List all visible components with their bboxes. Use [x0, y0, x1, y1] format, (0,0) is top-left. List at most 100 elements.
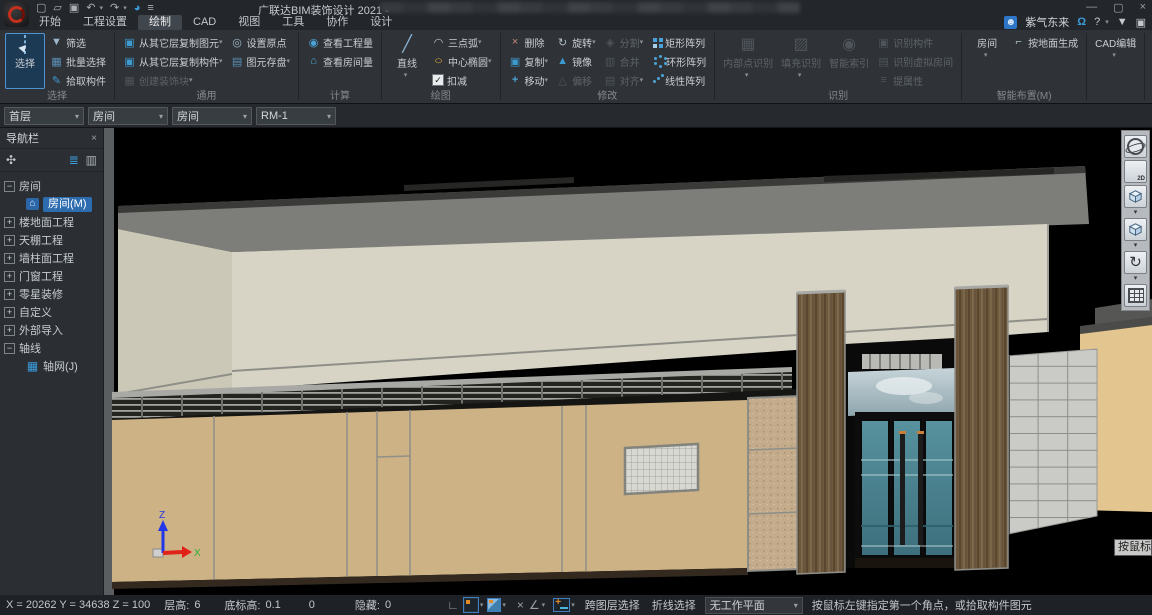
tab-design[interactable]: 设计	[359, 15, 403, 30]
split-button[interactable]: ◈ 分割▾	[601, 33, 647, 51]
generate-by-floor-button[interactable]: ⌐ 按地面生成	[1009, 33, 1081, 51]
expand-icon[interactable]: +	[4, 271, 15, 282]
merge-button[interactable]: ▥ 合并	[601, 52, 647, 70]
model-viewport[interactable]: Z X 2D ▾ ▾ ↻ ▾	[104, 128, 1152, 595]
tree-node-door-window-works[interactable]: + 门窗工程	[0, 267, 103, 285]
tab-start[interactable]: 开始	[28, 15, 72, 30]
polar-array-button[interactable]: 环形阵列	[648, 52, 709, 70]
model-wood-pillar-right[interactable]	[955, 286, 1008, 570]
minimize-button[interactable]: —	[1086, 1, 1097, 14]
model-door-handle[interactable]	[900, 433, 905, 545]
skin-icon[interactable]: ▼	[1117, 16, 1128, 28]
user-avatar[interactable]: ☻	[1004, 16, 1017, 29]
level-selector[interactable]: 首层▾	[4, 107, 84, 125]
recognize-virtual-room-button[interactable]: ▤ 识别虚拟房间	[874, 52, 956, 70]
restore-button[interactable]: ▢	[1113, 1, 1123, 14]
undo-icon[interactable]: ↶	[86, 1, 95, 14]
fill-recognize-button[interactable]: ▨ 填充识别 ▾	[778, 33, 824, 89]
redo-dropdown-icon[interactable]: ▾	[123, 4, 127, 12]
panel-view-icon[interactable]: ▥	[86, 153, 97, 167]
delete-button[interactable]: × 删除	[506, 33, 552, 51]
app-logo-icon[interactable]	[4, 2, 29, 27]
copy-components-from-layer-button[interactable]: ▣ 从其它层复制构件▾	[120, 52, 226, 70]
work-plane-selector[interactable]: 无工作平面 ▾	[705, 597, 803, 614]
object-snap-icon[interactable]	[554, 599, 569, 611]
expand-icon[interactable]: +	[4, 235, 15, 246]
crosshair-off-icon[interactable]: ×	[517, 598, 524, 612]
chevron-down-icon[interactable]: ▾	[1134, 210, 1138, 216]
model-door-glass[interactable]	[861, 420, 889, 556]
room-button[interactable]: 房间 ▾	[967, 33, 1007, 61]
three-point-arc-button[interactable]: ◠ 三点弧▾	[429, 33, 495, 51]
list-view-icon[interactable]: ≣	[69, 153, 79, 167]
inner-point-recognize-button[interactable]: ▦ 内部点识别 ▾	[720, 33, 776, 89]
tab-draw[interactable]: 绘制	[138, 15, 182, 30]
filter-button[interactable]: ▼ 筛选	[47, 33, 109, 51]
close-icon[interactable]: ×	[91, 133, 97, 144]
tree-node-room[interactable]: − 房间	[0, 177, 103, 195]
tab-project-settings[interactable]: 工程设置	[72, 15, 138, 30]
copy-button[interactable]: ▣ 复制▾	[506, 52, 552, 70]
orbit-view-button[interactable]	[1124, 135, 1147, 158]
recognize-component-button[interactable]: ▣ 识别构件	[874, 33, 956, 51]
help-dropdown-icon[interactable]: ▾	[1105, 18, 1109, 26]
view-cube-icon[interactable]	[488, 599, 500, 611]
workplane-grid-icon[interactable]	[464, 598, 478, 612]
new-file-icon[interactable]: ▢	[36, 1, 46, 14]
expand-icon[interactable]: +	[4, 289, 15, 300]
open-file-icon[interactable]: ▱	[53, 1, 61, 14]
view-room-quantities-button[interactable]: ⌂ 查看房间量	[304, 52, 376, 70]
isometric-view-button[interactable]	[1124, 218, 1147, 241]
element-selector[interactable]: RM-1▾	[256, 107, 336, 125]
expand-icon[interactable]: +	[4, 253, 15, 264]
tree-node-wall-column-works[interactable]: + 墙柱面工程	[0, 249, 103, 267]
chevron-down-icon[interactable]: ▾	[1134, 243, 1138, 249]
model-door-handle[interactable]	[918, 433, 923, 545]
tree-node-room-m[interactable]: ⌂ 房间(M)	[0, 195, 103, 213]
line-button[interactable]: ╱ 直线 ▾	[387, 33, 427, 89]
undo-dropdown-icon[interactable]: ▾	[100, 4, 104, 12]
model-grid-window[interactable]	[625, 444, 698, 494]
redo-icon[interactable]: ↷	[110, 1, 119, 14]
angle-snap-icon[interactable]: ∠	[529, 598, 540, 612]
expand-icon[interactable]: +	[4, 307, 15, 318]
help-button[interactable]: ?	[1094, 16, 1100, 28]
tab-view[interactable]: 视图	[227, 15, 271, 30]
cad-edit-button[interactable]: CAD编辑 ▾	[1092, 33, 1139, 61]
view-quantities-button[interactable]: ◉ 查看工程量	[304, 33, 376, 51]
building-model[interactable]: Z X	[104, 128, 1152, 595]
model-wood-pillar-left[interactable]	[797, 291, 845, 574]
tree-node-misc-decoration[interactable]: + 零星装修	[0, 285, 103, 303]
ucs-icon[interactable]: ∟	[447, 598, 459, 612]
model-door-glass[interactable]	[893, 420, 921, 556]
copy-elements-from-layer-button[interactable]: ▣ 从其它层复制图元▾	[120, 33, 226, 51]
tab-collaborate[interactable]: 协作	[315, 15, 359, 30]
schedule-view-button[interactable]	[1124, 284, 1147, 307]
mirror-button[interactable]: ▲ 镜像	[553, 52, 599, 70]
rotate-button[interactable]: ↻ 旋转▾	[553, 33, 599, 51]
batch-select-button[interactable]: ▦ 批量选择	[47, 52, 109, 70]
save-element-button[interactable]: ▤ 图元存盘▾	[228, 52, 294, 70]
chevron-down-icon[interactable]: ▾	[1134, 276, 1138, 282]
tree-node-axis[interactable]: − 轴线	[0, 339, 103, 357]
model-door-glass[interactable]	[925, 420, 953, 556]
polyline-select-button[interactable]: 折线选择	[652, 597, 696, 613]
rotate-view-button[interactable]: ↻	[1124, 251, 1147, 274]
expand-icon[interactable]: +	[4, 325, 15, 336]
collapse-icon[interactable]: −	[4, 343, 15, 354]
tab-cad[interactable]: CAD	[182, 15, 227, 30]
tree-node-axis-grid[interactable]: ▦ 轴网(J)	[0, 357, 103, 375]
save-icon[interactable]: ▣	[69, 1, 79, 14]
panel-toggle-icon[interactable]: ▣	[1136, 16, 1146, 29]
tree-node-floor-works[interactable]: + 楼地面工程	[0, 213, 103, 231]
support-icon[interactable]: Ω	[1077, 16, 1086, 28]
smart-index-button[interactable]: ◉ 智能索引	[826, 33, 872, 89]
center-ellipse-button[interactable]: ○ 中心椭圆▾	[429, 52, 495, 70]
expand-icon[interactable]: +	[4, 217, 15, 228]
model-tile-wall[interactable]	[1008, 349, 1097, 534]
customize-toolbar-icon[interactable]: ≡	[147, 2, 153, 14]
collapse-icon[interactable]: −	[4, 181, 15, 192]
set-origin-button[interactable]: ◎ 设置原点	[228, 33, 294, 51]
rect-array-button[interactable]: 矩形阵列	[648, 33, 709, 51]
close-button[interactable]: ×	[1140, 1, 1146, 14]
